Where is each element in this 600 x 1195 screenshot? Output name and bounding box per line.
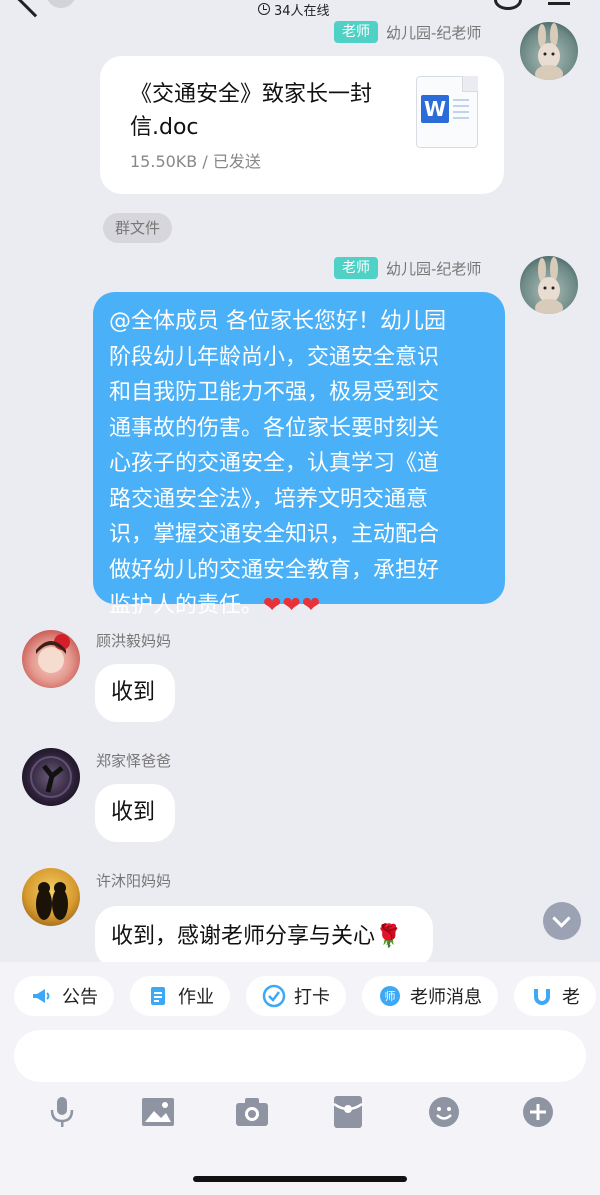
sender-row: 老师 幼儿园-纪老师: [334, 256, 481, 280]
quick-action-homework[interactable]: 作业: [130, 976, 230, 1016]
avatar-xu[interactable]: [22, 868, 80, 926]
megaphone-icon: [30, 984, 54, 1008]
message-line: 和自我防卫能力不强，极易受到交: [109, 380, 440, 405]
sender-row: 许沐阳妈妈: [96, 868, 171, 892]
message-line: 做好幼儿的交通安全教育，承担好: [109, 557, 440, 583]
sender-row: 郑家怿爸爸: [96, 748, 171, 772]
top-bar: 34人在线: [0, 0, 600, 22]
quick-action-more[interactable]: 老: [514, 976, 596, 1016]
file-title: 《交通安全》致家长一封信.doc: [130, 82, 373, 140]
reply-message-bubble[interactable]: 收到: [95, 784, 175, 842]
quick-action-checkin[interactable]: 打卡: [246, 976, 346, 1016]
teacher-badge: 老师: [334, 257, 378, 279]
sender-name: 郑家怿爸爸: [96, 751, 172, 770]
magnet-icon: [530, 984, 554, 1008]
toolbar: [0, 1094, 600, 1138]
camera-icon[interactable]: [234, 1094, 270, 1130]
red-packet-icon[interactable]: [330, 1094, 366, 1130]
home-indicator: [193, 1176, 407, 1182]
back-arrow-icon[interactable]: [16, 0, 54, 18]
document-icon: [146, 984, 170, 1008]
message-text: 收到，感谢老师分享与关心🌹: [111, 924, 403, 949]
quick-action-announcement[interactable]: 公告: [14, 976, 114, 1016]
sender-name: 许沐阳妈妈: [96, 871, 172, 890]
online-count: 34人在线: [258, 0, 330, 19]
teacher-badge: 老师: [334, 21, 378, 43]
sender-name: 幼儿园-纪老师: [386, 259, 482, 278]
avatar-gu[interactable]: [22, 630, 80, 688]
sender-row: 老师 幼儿园-纪老师: [334, 20, 481, 44]
emoji-icon[interactable]: [426, 1094, 462, 1130]
reply-message-bubble[interactable]: 收到: [95, 664, 175, 722]
message-text: 收到: [111, 680, 156, 705]
microphone-icon[interactable]: [44, 1094, 80, 1130]
scroll-to-bottom-button[interactable]: [543, 902, 581, 940]
message-input[interactable]: [14, 1030, 586, 1082]
sender-name: 顾洪毅妈妈: [96, 631, 172, 650]
message-line: 心孩子的交通安全，认真学习《道: [109, 451, 440, 476]
sender-name: 幼儿园-纪老师: [386, 23, 482, 42]
reply-message-bubble[interactable]: 收到，感谢老师分享与关心🌹: [95, 906, 433, 968]
avatar-teacher[interactable]: [520, 22, 578, 80]
message-text: 收到: [111, 800, 156, 825]
heart-emoji: ❤❤❤: [263, 593, 322, 618]
avatar-teacher[interactable]: [520, 256, 578, 314]
message-line: 路交通安全法》，培养文明交通意: [109, 486, 429, 512]
announcement-message-bubble[interactable]: @全体成员 各位家长您好！幼儿园 阶段幼儿年龄尚小，交通安全意识 和自我防卫能力…: [93, 292, 505, 618]
group-file-tag[interactable]: 群文件: [103, 213, 173, 243]
quick-action-teacher-messages[interactable]: 师 老师消息: [362, 976, 498, 1016]
file-meta: 15.50KB / 已发送: [130, 152, 261, 171]
menu-icon[interactable]: [548, 2, 570, 5]
plus-icon[interactable]: [520, 1094, 556, 1130]
message-line: 识，掌握交通安全知识，主动配合: [109, 522, 440, 547]
message-line: @全体成员 各位家长您好！幼儿园: [109, 309, 446, 334]
message-line: 通事故的伤害。各位家长要时刻关: [109, 415, 440, 441]
word-document-icon: W: [416, 76, 478, 148]
check-circle-icon: [262, 984, 286, 1008]
sender-row: 顾洪毅妈妈: [96, 628, 171, 652]
bottom-panel: 公告 作业 打卡 师 老师消息 老: [0, 962, 600, 1195]
group-call-icon[interactable]: [494, 0, 522, 10]
message-line-last: 监护人的责任。❤❤❤: [109, 593, 322, 618]
file-message-bubble[interactable]: 《交通安全》致家长一封信.doc 15.50KB / 已发送 W: [100, 56, 504, 194]
message-line: 阶段幼儿年龄尚小，交通安全意识: [109, 344, 440, 370]
quick-actions-row: 公告 作业 打卡 师 老师消息 老: [14, 976, 596, 1016]
image-icon[interactable]: [140, 1094, 176, 1130]
unread-count-badge[interactable]: [46, 0, 76, 8]
svg-text:师: 师: [385, 990, 396, 1003]
avatar-zheng[interactable]: [22, 748, 80, 806]
clock-icon: [258, 3, 270, 15]
teacher-icon: 师: [378, 984, 402, 1008]
